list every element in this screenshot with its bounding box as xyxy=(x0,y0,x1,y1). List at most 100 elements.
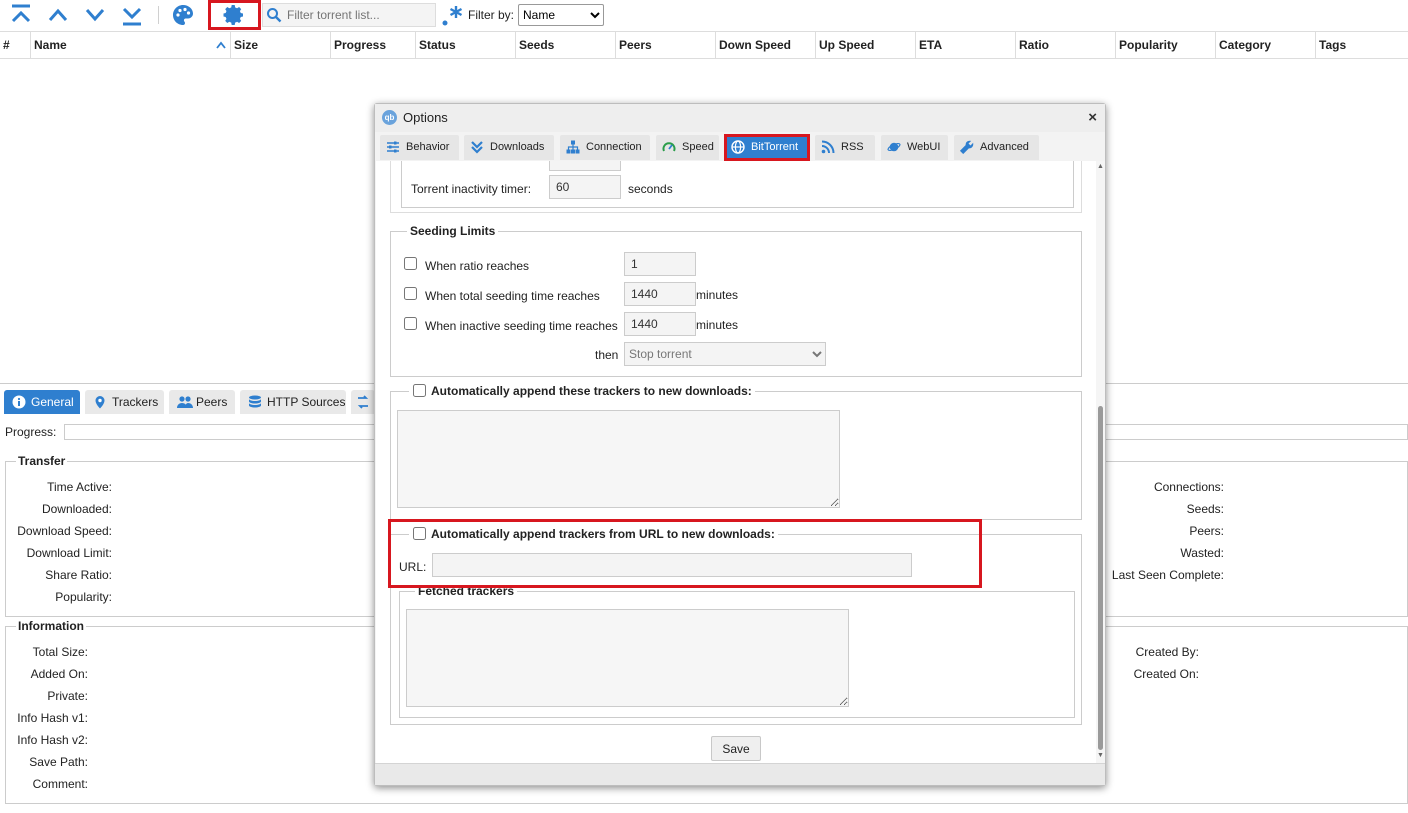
column-header-progress[interactable]: Progress xyxy=(331,32,416,58)
created-on-label: Created On: xyxy=(1133,667,1199,681)
tab-webui[interactable]: WebUI xyxy=(881,135,948,160)
ratio-limit-checkbox[interactable] xyxy=(404,257,417,270)
tab-webui-label: WebUI xyxy=(907,141,941,153)
move-up-icon[interactable] xyxy=(46,3,70,27)
append-url-trackers-checkbox[interactable] xyxy=(413,527,426,540)
scrollbar-thumb[interactable] xyxy=(1098,406,1103,750)
seeding-action-select[interactable]: Stop torrent xyxy=(624,342,826,366)
inactive-seeding-time-input[interactable] xyxy=(624,312,696,336)
column-header-peers[interactable]: Peers xyxy=(616,32,716,58)
dialog-scrollbar[interactable]: ▲ ▼ xyxy=(1096,161,1105,763)
tab-connection[interactable]: Connection xyxy=(560,135,650,160)
column-header-name[interactable]: Name xyxy=(31,32,231,58)
tab-trackers[interactable]: Trackers xyxy=(85,390,164,414)
total-size-label: Total Size: xyxy=(32,645,88,659)
time-active-label: Time Active: xyxy=(47,480,112,494)
total-seeding-time-input[interactable] xyxy=(624,282,696,306)
column-header-tags[interactable]: Tags xyxy=(1316,32,1408,58)
tools-icon xyxy=(960,140,974,154)
ratio-limit-input[interactable] xyxy=(624,252,696,276)
planet-icon xyxy=(887,142,901,152)
tab-content[interactable] xyxy=(351,390,375,414)
connections-label: Connections: xyxy=(1153,480,1224,494)
seeding-limits-legend: Seeding Limits xyxy=(407,224,499,238)
tab-general[interactable]: General xyxy=(4,390,80,414)
seeds-label: Seeds: xyxy=(1186,502,1224,516)
dialog-footer xyxy=(375,763,1105,785)
scroll-up-arrow-icon[interactable]: ▲ xyxy=(1097,163,1104,170)
fetched-trackers-legend: Fetched trackers xyxy=(415,584,518,598)
globe-icon xyxy=(731,140,745,154)
column-header-status[interactable]: Status xyxy=(416,32,516,58)
move-down-icon[interactable] xyxy=(83,3,107,27)
progress-label: Progress: xyxy=(5,425,57,439)
tab-http-sources-label: HTTP Sources xyxy=(267,395,346,409)
inactivity-timer-input[interactable] xyxy=(549,175,621,199)
rss-icon xyxy=(821,140,835,154)
tab-behavior[interactable]: Behavior xyxy=(380,135,459,160)
search-field[interactable] xyxy=(262,3,436,27)
inactive-seeding-time-checkbox[interactable] xyxy=(404,317,417,330)
dialog-content[interactable]: Torrent inactivity timer: seconds Seedin… xyxy=(376,161,1096,763)
tab-connection-label: Connection xyxy=(586,141,642,153)
move-to-top-icon[interactable] xyxy=(9,3,33,27)
filter-by-select[interactable]: Name xyxy=(518,4,604,26)
toolbar-separator xyxy=(158,6,159,24)
append-trackers-legend: Automatically append these trackers to n… xyxy=(409,384,755,398)
column-header-up-speed[interactable]: Up Speed xyxy=(816,32,916,58)
close-icon[interactable]: × xyxy=(1088,109,1097,126)
map-pin-icon xyxy=(95,396,105,409)
append-trackers-textarea[interactable] xyxy=(397,410,840,508)
tab-advanced[interactable]: Advanced xyxy=(954,135,1039,160)
column-header-name-label: Name xyxy=(34,38,67,52)
total-seeding-time-label: When total seeding time reaches xyxy=(425,289,600,303)
tab-speed[interactable]: Speed xyxy=(656,135,719,160)
column-header-category[interactable]: Category xyxy=(1216,32,1316,58)
users-icon xyxy=(177,396,193,408)
total-seeding-time-checkbox[interactable] xyxy=(404,287,417,300)
column-header-seeds[interactable]: Seeds xyxy=(516,32,616,58)
qbittorrent-logo-icon: qb xyxy=(382,110,397,125)
inactive-seeding-time-unit: minutes xyxy=(696,318,739,332)
queue-limit-input-partial[interactable] xyxy=(549,161,621,171)
tab-http-sources[interactable]: HTTP Sources xyxy=(240,390,346,414)
column-header-down-speed[interactable]: Down Speed xyxy=(716,32,816,58)
column-header-index[interactable]: # xyxy=(0,32,31,58)
save-button[interactable]: Save xyxy=(711,736,761,761)
search-input[interactable] xyxy=(285,6,433,24)
filter-by-label: Filter by: xyxy=(468,8,515,22)
download-limit-label: Download Limit: xyxy=(26,546,112,560)
tab-rss[interactable]: RSS xyxy=(815,135,875,160)
download-speed-label: Download Speed: xyxy=(17,524,112,538)
options-gear-icon[interactable] xyxy=(222,3,246,27)
column-header-size[interactable]: Size xyxy=(231,32,331,58)
scroll-down-arrow-icon[interactable]: ▼ xyxy=(1097,752,1104,759)
added-on-label: Added On: xyxy=(30,667,88,681)
save-path-label: Save Path: xyxy=(29,755,88,769)
sort-ascending-icon xyxy=(216,41,226,49)
tab-bittorrent[interactable]: BitTorrent xyxy=(725,135,809,160)
tab-downloads[interactable]: Downloads xyxy=(464,135,554,160)
tab-general-label: General xyxy=(31,395,74,409)
palette-icon[interactable] xyxy=(171,3,195,27)
speedometer-icon xyxy=(662,142,676,152)
regex-icon[interactable] xyxy=(440,3,464,27)
column-header-ratio[interactable]: Ratio xyxy=(1016,32,1116,58)
total-seeding-time-unit: minutes xyxy=(696,288,739,302)
tab-peers[interactable]: Peers xyxy=(169,390,235,414)
column-header-popularity[interactable]: Popularity xyxy=(1116,32,1216,58)
tab-speed-label: Speed xyxy=(682,141,714,153)
fetched-trackers-textarea[interactable] xyxy=(406,609,849,707)
move-to-bottom-icon[interactable] xyxy=(120,3,144,27)
tab-advanced-label: Advanced xyxy=(980,141,1029,153)
append-url-trackers-legend: Automatically append trackers from URL t… xyxy=(409,527,778,541)
ratio-limit-label: When ratio reaches xyxy=(425,259,530,273)
append-trackers-checkbox[interactable] xyxy=(413,384,426,397)
dialog-titlebar[interactable]: qb Options × xyxy=(375,104,1105,132)
created-by-label: Created By: xyxy=(1135,645,1199,659)
tab-downloads-label: Downloads xyxy=(490,141,545,153)
sliders-icon xyxy=(387,141,399,153)
inactivity-timer-label: Torrent inactivity timer: xyxy=(411,182,532,196)
tracker-url-input[interactable] xyxy=(432,553,912,577)
column-header-eta[interactable]: ETA xyxy=(916,32,1016,58)
